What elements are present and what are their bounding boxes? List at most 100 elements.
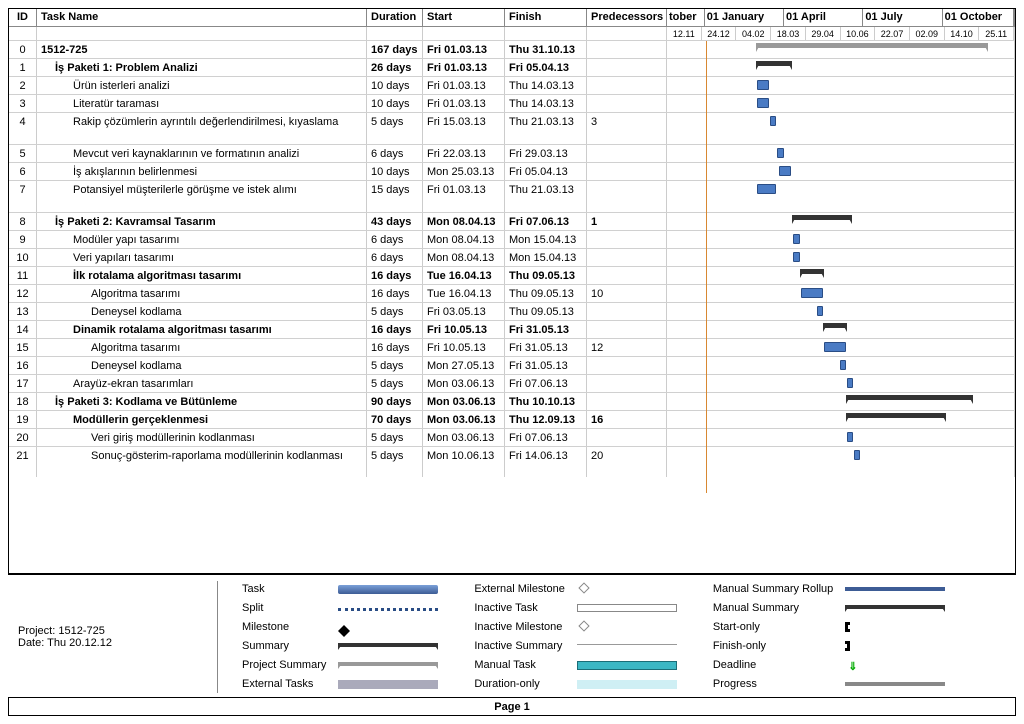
summary-bar[interactable] xyxy=(801,269,823,274)
legend-label: Start-only xyxy=(713,619,833,636)
gantt-cell xyxy=(667,113,1015,144)
task-row[interactable]: 13Deneysel kodlama5 daysFri 03.05.13Thu … xyxy=(9,303,1015,321)
timeline-week: 12.11 xyxy=(667,27,702,40)
gantt-cell xyxy=(667,375,1015,392)
legend-label: External Tasks xyxy=(242,676,326,693)
timeline-week: 14.10 xyxy=(945,27,980,40)
timeline-week: 24.12 xyxy=(702,27,737,40)
gantt-cell xyxy=(667,267,1015,284)
task-bar[interactable] xyxy=(793,234,800,244)
summary-bar[interactable] xyxy=(757,61,791,66)
task-bar[interactable] xyxy=(847,378,853,388)
gantt-cell xyxy=(667,213,1015,230)
task-row[interactable]: 01512-725167 daysFri 01.03.13Thu 31.10.1… xyxy=(9,41,1015,59)
legend-label: Inactive Milestone xyxy=(474,619,565,636)
task-row[interactable]: 7Potansiyel müşterilerle görüşme ve iste… xyxy=(9,181,1015,213)
task-bar[interactable] xyxy=(757,98,769,108)
task-row[interactable]: 9Modüler yapı tasarımı6 daysMon 08.04.13… xyxy=(9,231,1015,249)
task-row[interactable]: 10Veri yapıları tasarımı6 daysMon 08.04.… xyxy=(9,249,1015,267)
task-bar[interactable] xyxy=(793,252,800,262)
task-row[interactable]: 11İlk rotalama algoritması tasarımı16 da… xyxy=(9,267,1015,285)
legend-label: Duration-only xyxy=(474,676,565,693)
task-row[interactable]: 5Mevcut veri kaynaklarının ve formatının… xyxy=(9,145,1015,163)
legend-label: Inactive Summary xyxy=(474,638,565,655)
gantt-cell xyxy=(667,321,1015,338)
summary-bar[interactable] xyxy=(847,413,945,418)
task-row[interactable]: 21Sonuç-gösterim-raporlama modüllerinin … xyxy=(9,447,1015,477)
hdr-timeline: tober01 January01 April01 July01 October xyxy=(667,9,1015,26)
legend-label: Deadline xyxy=(713,657,833,674)
timeline-month: 01 January xyxy=(705,9,784,26)
gantt-cell xyxy=(667,59,1015,76)
hdr-start: Start xyxy=(423,9,505,26)
gantt-cell xyxy=(667,393,1015,410)
summary-bar[interactable] xyxy=(824,323,846,328)
task-row[interactable]: 19Modüllerin gerçeklenmesi70 daysMon 03.… xyxy=(9,411,1015,429)
task-bar[interactable] xyxy=(847,432,853,442)
gantt-cell xyxy=(667,41,1015,58)
gantt-cell xyxy=(667,77,1015,94)
summary-bar[interactable] xyxy=(793,215,851,220)
gantt-cell xyxy=(667,357,1015,374)
hdr-name: Task Name xyxy=(37,9,367,26)
task-bar[interactable] xyxy=(801,288,823,298)
legend-label: Progress xyxy=(713,676,833,693)
task-row[interactable]: 4Rakip çözümlerin ayrıntılı değerlendiri… xyxy=(9,113,1015,145)
legend-label: Manual Summary xyxy=(713,600,833,617)
task-row[interactable]: 20Veri giriş modüllerinin kodlanması5 da… xyxy=(9,429,1015,447)
project-summary-bar[interactable] xyxy=(757,43,987,48)
legend-label: Milestone xyxy=(242,619,326,636)
task-row[interactable]: 8İş Paketi 2: Kavramsal Tasarım43 daysMo… xyxy=(9,213,1015,231)
hdr-id: ID xyxy=(9,9,37,26)
gantt-cell xyxy=(667,231,1015,248)
task-row[interactable]: 18İş Paketi 3: Kodlama ve Bütünleme90 da… xyxy=(9,393,1015,411)
legend-label: Finish-only xyxy=(713,638,833,655)
task-bar[interactable] xyxy=(779,166,791,176)
timeline-week: 29.04 xyxy=(806,27,841,40)
legend-col-2: External MilestoneInactive TaskInactive … xyxy=(474,581,687,693)
task-bar[interactable] xyxy=(840,360,846,370)
gantt-cell xyxy=(667,249,1015,266)
task-row[interactable]: 6İş akışlarının belirlenmesi10 daysMon 2… xyxy=(9,163,1015,181)
task-bar[interactable] xyxy=(817,306,823,316)
gantt-table: ID Task Name Duration Start Finish Prede… xyxy=(9,9,1015,477)
timeline-weeks-row: 12.1124.1204.0218.0329.0410.0622.0702.09… xyxy=(9,27,1015,41)
gantt-cell xyxy=(667,95,1015,112)
gantt-page: ID Task Name Duration Start Finish Prede… xyxy=(8,8,1016,716)
task-bar[interactable] xyxy=(757,184,776,194)
legend-label: Split xyxy=(242,600,326,617)
task-row[interactable]: 3Literatür taraması10 daysFri 01.03.13Th… xyxy=(9,95,1015,113)
page-footer: Page 1 xyxy=(9,697,1015,715)
summary-bar[interactable] xyxy=(847,395,972,400)
gantt-cell xyxy=(667,411,1015,428)
task-bar[interactable] xyxy=(770,116,776,126)
hdr-pred: Predecessors xyxy=(587,9,667,26)
hdr-dur: Duration xyxy=(367,9,423,26)
task-row[interactable]: 14Dinamik rotalama algoritması tasarımı1… xyxy=(9,321,1015,339)
legend-label: Manual Summary Rollup xyxy=(713,581,833,598)
task-bar[interactable] xyxy=(777,148,784,158)
task-row[interactable]: 16Deneysel kodlama5 daysMon 27.05.13Fri … xyxy=(9,357,1015,375)
gantt-cell xyxy=(667,447,1015,477)
timeline-months: tober01 January01 April01 July01 October xyxy=(667,9,1014,26)
legend-project: Project: 1512-725 xyxy=(18,625,209,637)
task-row[interactable]: 12Algoritma tasarımı16 daysTue 16.04.13T… xyxy=(9,285,1015,303)
timeline-week: 10.06 xyxy=(841,27,876,40)
task-bar[interactable] xyxy=(854,450,860,460)
legend-project-info: Project: 1512-725 Date: Thu 20.12.12 xyxy=(18,581,218,693)
task-row[interactable]: 1İş Paketi 1: Problem Analizi26 daysFri … xyxy=(9,59,1015,77)
task-bar[interactable] xyxy=(757,80,769,90)
legend-col-1: TaskSplitMilestoneSummaryProject Summary… xyxy=(242,581,448,693)
timeline-month: 01 October xyxy=(943,9,1014,26)
gantt-cell xyxy=(667,145,1015,162)
legend-col-3: Manual Summary Rollup Manual Summary Start… xyxy=(713,581,955,693)
gantt-cell xyxy=(667,429,1015,446)
task-bar[interactable] xyxy=(824,342,846,352)
task-row[interactable]: 17Arayüz-ekran tasarımları5 daysMon 03.0… xyxy=(9,375,1015,393)
task-row[interactable]: 2Ürün isterleri analizi10 daysFri 01.03.… xyxy=(9,77,1015,95)
gantt-cell xyxy=(667,181,1015,212)
legend-label: Manual Task xyxy=(474,657,565,674)
task-row[interactable]: 15Algoritma tasarımı16 daysFri 10.05.13F… xyxy=(9,339,1015,357)
table-header: ID Task Name Duration Start Finish Prede… xyxy=(9,9,1015,27)
task-rows: 01512-725167 daysFri 01.03.13Thu 31.10.1… xyxy=(9,41,1015,477)
